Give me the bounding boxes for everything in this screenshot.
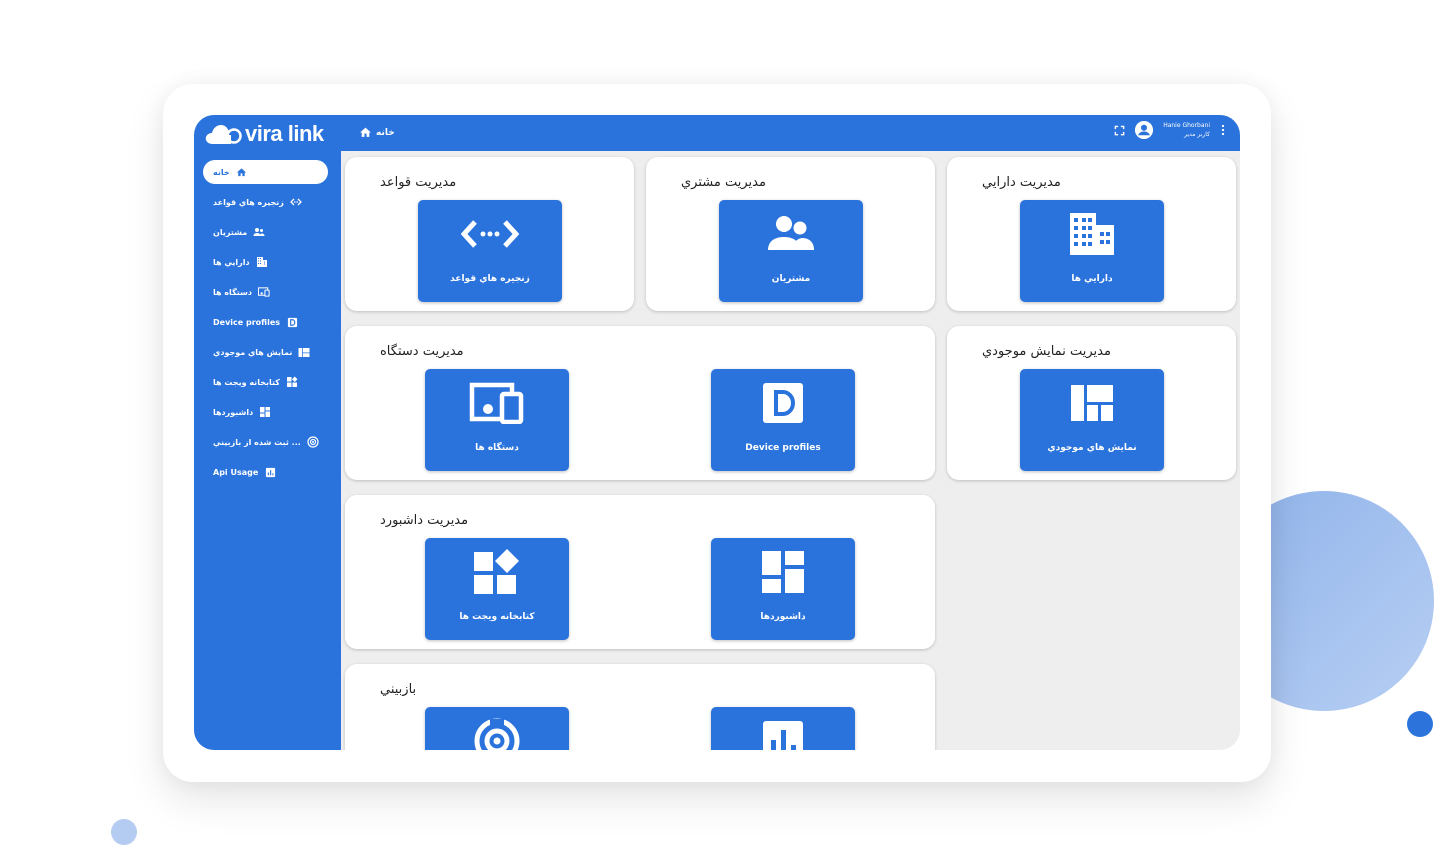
audit-icon bbox=[307, 436, 319, 448]
sidebar-item-label: نمايش هاي موجودي bbox=[213, 347, 293, 357]
sidebar-item-label: داشبوردها bbox=[213, 407, 254, 417]
card-audit: بازبيني bbox=[345, 664, 935, 750]
cloud-logo-icon bbox=[205, 125, 242, 144]
table-icon bbox=[298, 346, 310, 358]
card-asset-management: مديريت دارايي دارايي ها bbox=[947, 157, 1236, 311]
dashboard-icon bbox=[762, 551, 804, 593]
devices-icon bbox=[257, 286, 270, 298]
sidebar-item-label: خانه bbox=[213, 167, 230, 177]
decorative-dot-light bbox=[111, 819, 137, 845]
brand-name: vira link bbox=[245, 121, 324, 146]
tile-label: نمايش هاي موجودي bbox=[1047, 443, 1137, 453]
code-icon bbox=[289, 196, 302, 208]
sidebar-item-devices[interactable]: دستگاه ها bbox=[203, 280, 327, 304]
sidebar-menu: خانه زنجیره هاي قواعد مشتريان دارايي ها … bbox=[194, 160, 341, 490]
tile-api-usage[interactable] bbox=[711, 707, 855, 750]
devices-icon bbox=[469, 382, 524, 424]
widgets-icon bbox=[286, 376, 298, 388]
people-icon bbox=[253, 226, 265, 238]
card-customer-management: مديريت مشتري مشتريان bbox=[646, 157, 935, 311]
brand-logo[interactable]: vira link bbox=[204, 119, 324, 149]
code-icon bbox=[461, 220, 519, 248]
tile-label: دستگاه ها bbox=[475, 443, 519, 453]
sidebar-item-api-usage[interactable]: Api Usage bbox=[203, 460, 327, 484]
sidebar-item-home[interactable]: خانه bbox=[203, 160, 328, 184]
device-profile-icon bbox=[763, 383, 803, 423]
table-icon bbox=[1071, 385, 1113, 421]
sidebar-item-label: Device profiles bbox=[213, 317, 281, 327]
card-title: مديريت داشبورد bbox=[380, 513, 469, 528]
user-role: کاربر مدیر bbox=[1184, 131, 1210, 138]
user-info: Hanie Ghorbani کاربر مدیر bbox=[1163, 121, 1210, 139]
card-title: مديريت دارايي bbox=[982, 175, 1061, 190]
dashboard-icon bbox=[259, 406, 271, 418]
tile-label: داشبوردها bbox=[760, 612, 806, 622]
avatar[interactable] bbox=[1135, 121, 1154, 139]
tile-customers[interactable]: مشتريان bbox=[719, 200, 863, 302]
tile-widgets-library[interactable]: كتابخانه ويجت ها bbox=[425, 538, 569, 640]
decorative-dot-blue bbox=[1407, 711, 1433, 737]
usage-icon bbox=[264, 466, 276, 478]
card-title: مديريت قواعد bbox=[380, 175, 457, 190]
account-icon bbox=[1135, 121, 1154, 139]
sidebar-item-device-profiles[interactable]: Device profiles bbox=[203, 310, 327, 334]
usage-icon bbox=[763, 721, 803, 750]
sidebar-item-label: دارايي ها bbox=[213, 257, 250, 267]
user-name: Hanie Ghorbani bbox=[1163, 122, 1210, 129]
tile-audit-logs[interactable] bbox=[425, 707, 569, 750]
sidebar-item-label: مشتريان bbox=[213, 227, 248, 237]
sidebar-item-customers[interactable]: مشتريان bbox=[203, 220, 327, 244]
building-icon bbox=[1070, 213, 1114, 255]
top-bar: خانه Hanie Ghorbani کاربر مدیر bbox=[341, 115, 1240, 151]
home-content: مديريت قواعد زنجيره هاي قواعد مديريت مشت… bbox=[341, 151, 1240, 750]
sidebar-item-label: Api Usage bbox=[213, 467, 259, 477]
tile-assets[interactable]: دارايي ها bbox=[1020, 200, 1164, 302]
card-title: مديريت مشتري bbox=[681, 175, 766, 190]
sidebar: vira link خانه زنجیره هاي قواعد مشتريان … bbox=[194, 115, 341, 750]
breadcrumb[interactable]: خانه bbox=[359, 126, 395, 139]
building-icon bbox=[256, 256, 268, 268]
card-rule-management: مديريت قواعد زنجيره هاي قواعد bbox=[345, 157, 634, 311]
device-profile-icon bbox=[286, 316, 298, 328]
tile-label: Device profiles bbox=[745, 443, 821, 453]
sidebar-item-rule-chains[interactable]: زنجیره هاي قواعد bbox=[203, 190, 327, 214]
tile-dashboards[interactable]: داشبوردها bbox=[711, 538, 855, 640]
widgets-icon bbox=[474, 549, 519, 594]
sidebar-item-audit-logs[interactable]: ... ثبت شده از بازبيني bbox=[203, 430, 327, 454]
home-icon bbox=[236, 166, 248, 178]
tile-device-profiles[interactable]: Device profiles bbox=[711, 369, 855, 471]
home-icon bbox=[360, 127, 371, 137]
more-vertical-icon[interactable] bbox=[1220, 124, 1226, 136]
card-title: مديريت نمايش موجودي bbox=[982, 344, 1111, 359]
people-icon bbox=[768, 216, 814, 250]
tile-label: مشتريان bbox=[771, 274, 811, 284]
tile-label: دارايي ها bbox=[1071, 274, 1113, 284]
tile-rule-chains[interactable]: زنجيره هاي قواعد bbox=[418, 200, 562, 302]
tile-devices[interactable]: دستگاه ها bbox=[425, 369, 569, 471]
audit-icon bbox=[474, 718, 520, 750]
tile-label: كتابخانه ويجت ها bbox=[459, 612, 535, 622]
sidebar-item-assets[interactable]: دارايي ها bbox=[203, 250, 327, 274]
sidebar-item-widgets-library[interactable]: كتابخانه ويجت ها bbox=[203, 370, 327, 394]
tile-label: زنجيره هاي قواعد bbox=[450, 274, 530, 284]
sidebar-item-label: دستگاه ها bbox=[213, 287, 252, 297]
card-dashboard-management: مديريت داشبورد كتابخانه ويجت ها داشبورده… bbox=[345, 495, 935, 649]
sidebar-item-label: ... ثبت شده از بازبيني bbox=[213, 437, 301, 447]
breadcrumb-home-label: خانه bbox=[376, 127, 395, 138]
card-title: بازبيني bbox=[380, 682, 417, 697]
sidebar-item-entity-views[interactable]: نمايش هاي موجودي bbox=[203, 340, 327, 364]
card-title: مديريت دستگاه bbox=[380, 344, 464, 359]
app-screen: vira link خانه زنجیره هاي قواعد مشتريان … bbox=[194, 115, 1240, 750]
user-area: Hanie Ghorbani کاربر مدیر bbox=[1114, 121, 1226, 139]
tile-entity-views[interactable]: نمايش هاي موجودي bbox=[1020, 369, 1164, 471]
card-device-management: مديريت دستگاه دستگاه ها Device profiles bbox=[345, 326, 935, 480]
fullscreen-icon[interactable] bbox=[1114, 125, 1125, 136]
sidebar-item-label: زنجیره هاي قواعد bbox=[213, 197, 284, 207]
sidebar-item-dashboards[interactable]: داشبوردها bbox=[203, 400, 327, 424]
card-entity-view-management: مديريت نمايش موجودي نمايش هاي موجودي bbox=[947, 326, 1236, 480]
sidebar-item-label: كتابخانه ويجت ها bbox=[213, 377, 280, 387]
